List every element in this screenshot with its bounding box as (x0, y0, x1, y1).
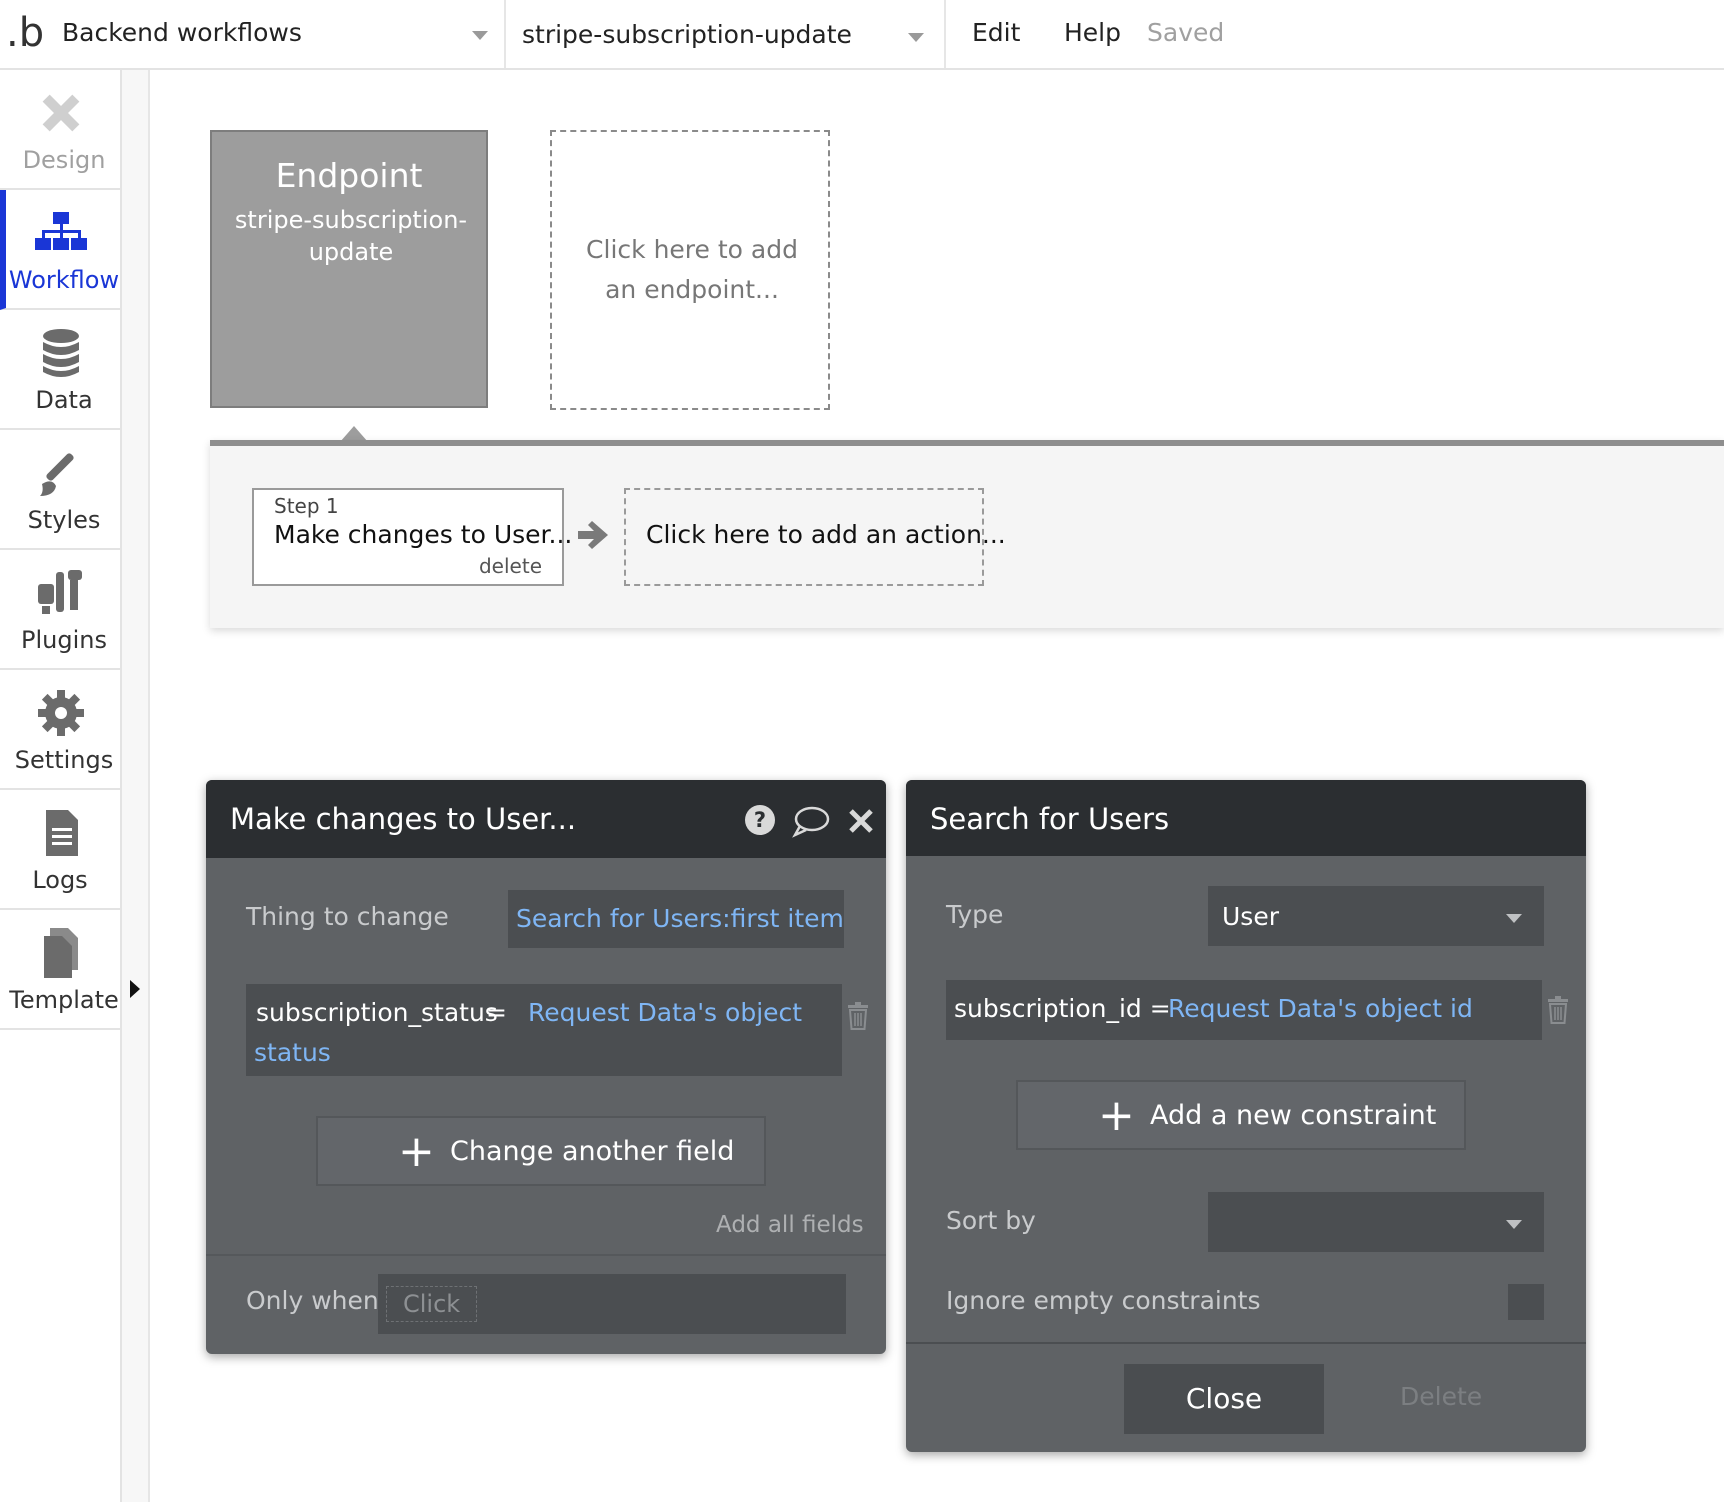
sort-by-label: Sort by (946, 1206, 1036, 1235)
menu-edit[interactable]: Edit (972, 18, 1020, 47)
expand-arrow-icon[interactable] (130, 980, 140, 998)
endpoint-name: stripe-subscription-update (234, 206, 468, 266)
add-constraint-label: Add a new constraint (1150, 1100, 1437, 1131)
help-icon[interactable]: ? (744, 804, 776, 836)
document-icon (46, 810, 78, 856)
sidebar-gutter (122, 70, 150, 1502)
panel-title: Make changes to User... (230, 802, 577, 836)
thing-to-change-value: Search for Users:first item (516, 904, 844, 933)
design-icon (42, 94, 80, 132)
panel-title: Search for Users (930, 802, 1170, 836)
gear-icon (38, 690, 84, 736)
only-when-placeholder[interactable]: Click (386, 1286, 478, 1322)
sidebar-item-label: Template (9, 986, 119, 1014)
plus-icon: + (1098, 1090, 1135, 1141)
panel-header: Search for Users (906, 780, 1586, 856)
type-label: Type (946, 900, 1004, 929)
panel-header: Make changes to User... ? (206, 780, 886, 858)
type-select[interactable]: User (1208, 886, 1544, 946)
svg-text:?: ? (754, 808, 766, 832)
workflow-selector-dropdown[interactable]: stripe-subscription-update (506, 0, 946, 68)
template-icon (44, 928, 78, 978)
step-card[interactable]: Step 1 Make changes to User... delete (252, 488, 572, 586)
sidebar-item-settings[interactable]: Settings (0, 670, 120, 790)
endpoint-title: Endpoint (275, 156, 423, 195)
divider (906, 1342, 1586, 1344)
chevron-down-icon (1506, 1220, 1522, 1229)
workflow-selector-label: stripe-subscription-update (522, 20, 852, 49)
divider (206, 1254, 886, 1256)
change-another-field-label: Change another field (450, 1136, 735, 1167)
sidebar-item-data[interactable]: Data (0, 310, 120, 430)
database-icon (43, 329, 79, 377)
bubble-logo[interactable]: .b (6, 10, 48, 56)
endpoint-card[interactable]: Endpoint stripe-subscription-update (210, 130, 488, 408)
trash-icon[interactable] (846, 1002, 870, 1030)
field-value-continued[interactable]: status (254, 1038, 331, 1067)
constraint-row[interactable]: subscription_id = Request Data's object … (946, 980, 1542, 1040)
comment-icon[interactable] (792, 804, 830, 838)
brush-icon (40, 453, 74, 496)
page-selector-label: Backend workflows (62, 18, 302, 47)
add-all-fields-link[interactable]: Add all fields (716, 1212, 864, 1238)
field-operator: = (486, 998, 507, 1027)
thing-to-change-label: Thing to change (246, 902, 449, 931)
ignore-empty-checkbox[interactable] (1508, 1284, 1544, 1320)
search-panel: Search for Users Type User subscription_… (906, 780, 1586, 1452)
change-another-field-button[interactable]: + Change another field (316, 1116, 766, 1186)
add-constraint-button[interactable]: + Add a new constraint (1016, 1080, 1466, 1150)
field-assignment-row[interactable]: subscription_status = Request Data's obj… (246, 984, 842, 1076)
delete-button[interactable]: Delete (1400, 1382, 1482, 1411)
add-action-placeholder[interactable]: Click here to add an action... (624, 488, 1006, 586)
save-status: Saved (1147, 18, 1225, 47)
constraint-field: subscription_id = (954, 994, 1171, 1023)
chevron-down-icon (472, 31, 488, 40)
workflow-icon (35, 212, 87, 250)
sidebar-item-styles[interactable]: Styles (0, 430, 120, 550)
make-changes-panel: Make changes to User... ? Thing to chang… (206, 780, 886, 1354)
only-when-field[interactable]: Click (378, 1274, 846, 1334)
constraint-value[interactable]: Request Data's object id (1168, 994, 1473, 1023)
ignore-empty-label: Ignore empty constraints (946, 1286, 1261, 1315)
step-number: Step 1 (274, 494, 339, 518)
add-endpoint-placeholder[interactable]: Click here to add an endpoint... (550, 130, 830, 410)
type-value: User (1222, 902, 1279, 931)
field-name: subscription_status (256, 998, 498, 1027)
left-sidebar: Design Workflow Data Styles Plugins Sett… (0, 70, 126, 1502)
sidebar-item-label: Design (22, 146, 106, 174)
sidebar-item-label: Workflow (8, 266, 120, 294)
step-delete-link[interactable]: delete (479, 554, 542, 578)
sidebar-item-template[interactable]: Template (0, 910, 120, 1030)
add-action-label: Click here to add an action... (646, 520, 1006, 549)
sidebar-item-logs[interactable]: Logs (0, 790, 120, 910)
sidebar-item-workflow[interactable]: Workflow (0, 190, 126, 310)
sort-by-select[interactable] (1208, 1192, 1544, 1252)
top-bar: .b Backend workflows stripe-subscription… (0, 0, 1724, 70)
plugin-icon (38, 570, 82, 614)
sidebar-item-label: Data (35, 386, 93, 414)
close-button[interactable]: Close (1124, 1364, 1324, 1434)
sidebar-item-plugins[interactable]: Plugins (0, 550, 120, 670)
page-selector-dropdown[interactable]: Backend workflows (52, 0, 506, 68)
sidebar-item-label: Plugins (21, 626, 107, 654)
only-when-label: Only when (246, 1286, 379, 1315)
step-name: Make changes to User... (274, 520, 573, 549)
arrow-right-icon (578, 521, 608, 549)
plus-icon: + (398, 1126, 435, 1177)
sidebar-item-label: Settings (14, 746, 114, 774)
chevron-down-icon (1506, 914, 1522, 923)
field-value[interactable]: Request Data's object (528, 998, 802, 1027)
add-endpoint-label: Click here to add an endpoint... (586, 235, 798, 304)
sidebar-item-design[interactable]: Design (0, 70, 120, 190)
menu-help[interactable]: Help (1064, 18, 1121, 47)
thing-to-change-field[interactable]: Search for Users:first item (508, 890, 844, 948)
trash-icon[interactable] (1546, 996, 1570, 1024)
sidebar-item-label: Logs (32, 866, 88, 894)
sidebar-item-label: Styles (27, 506, 101, 534)
close-icon[interactable] (848, 808, 874, 834)
close-button-label: Close (1185, 1382, 1263, 1415)
chevron-down-icon (908, 33, 924, 42)
